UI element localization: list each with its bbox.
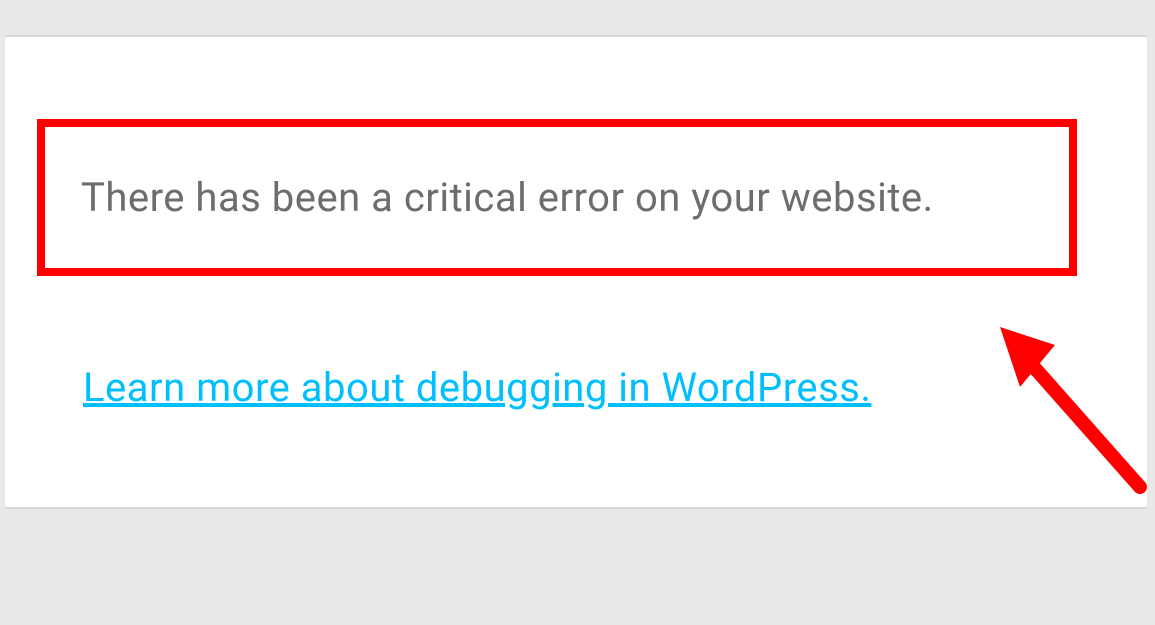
error-message-box: There has been a critical error on your … [37, 119, 1077, 276]
error-message-text: There has been a critical error on your … [81, 174, 934, 221]
error-panel: There has been a critical error on your … [5, 35, 1147, 509]
arrow-icon [990, 317, 1155, 502]
debug-link[interactable]: Learn more about debugging in WordPress. [83, 364, 871, 411]
